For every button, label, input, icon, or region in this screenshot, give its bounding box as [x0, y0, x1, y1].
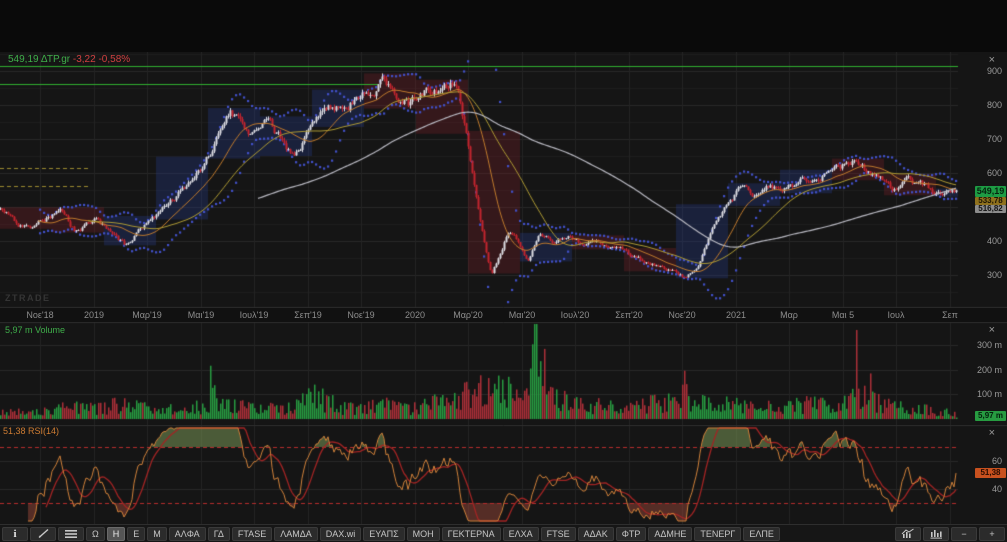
bottom-toolbar: i ΩΗΕΜΑΛΦΑΓΔFTASEΛΑΜΔΑDAX.wiΕΥΑΠΣΜΟΗΓΕΚΤ… — [0, 524, 1007, 542]
date-axis-label: 2019 — [84, 310, 104, 320]
date-axis-label: Μαρ — [780, 310, 798, 320]
watchlist-button[interactable] — [58, 527, 84, 541]
date-axis-label: Ιουλ — [888, 310, 905, 320]
toolbar-item-Μ[interactable]: Μ — [147, 527, 167, 541]
toolbar-item-ΓΕΚΤΕΡΝΑ[interactable]: ΓΕΚΤΕΡΝΑ — [442, 527, 501, 541]
toolbar-item-Η[interactable]: Η — [107, 527, 126, 541]
info-icon: i — [13, 528, 16, 540]
toolbar-item-ΕΛΧΑ[interactable]: ΕΛΧΑ — [503, 527, 539, 541]
price-axis-label: 400 — [987, 236, 1002, 246]
volume-pane: 5,97 m Volume × 300 m 200 m 100 m 5,97 m — [0, 322, 1007, 425]
volume-axis-label: 200 m — [977, 365, 1002, 375]
ticker-info: 549,19 ΔΤΡ.gr -3,22 -0,58% — [8, 54, 130, 65]
rsi-indicator-name: RSI(14) — [28, 426, 59, 436]
chart-zoom-icon — [901, 528, 915, 539]
date-axis-label: Νοε'20 — [668, 310, 695, 320]
date-axis-label: Μαρ'19 — [132, 310, 162, 320]
toolbar-item-ΑΛΦΑ[interactable]: ΑΛΦΑ — [169, 527, 206, 541]
zoom-out-button[interactable]: − — [951, 527, 977, 541]
volume-pane-close-icon[interactable]: × — [989, 325, 995, 336]
toolbar-item-ΤΕΝΕΡΓ[interactable]: ΤΕΝΕΡΓ — [694, 527, 741, 541]
date-axis-label: 2021 — [726, 310, 746, 320]
volume-value-badge: 5,97 m — [975, 411, 1006, 421]
price-chart-canvas[interactable] — [0, 52, 1007, 308]
volume-axis-label: 300 m — [977, 340, 1002, 350]
rsi-pane: 51,38 RSI(14) × 60 40 51,38 — [0, 425, 1007, 524]
rsi-axis-label: 40 — [992, 484, 1002, 494]
toolbar-item-Ε[interactable]: Ε — [127, 527, 145, 541]
toolbar-item-ΛΑΜΔΑ[interactable]: ΛΑΜΔΑ — [274, 527, 318, 541]
ticker-change-pct: -0,58% — [98, 54, 130, 65]
date-axis-label: Σεπ — [942, 310, 958, 320]
volume-indicator-label: 5,97 m Volume — [5, 325, 65, 335]
price-axis-label: 800 — [987, 100, 1002, 110]
toolbar-item-FTASE[interactable]: FTASE — [232, 527, 272, 541]
pencil-icon — [36, 528, 50, 539]
toolbar-item-ΓΔ[interactable]: ΓΔ — [208, 527, 230, 541]
toolbar-item-DAX.wi[interactable]: DAX.wi — [320, 527, 362, 541]
ticker-symbol: ΔΤΡ.gr — [41, 54, 70, 65]
volume-toggle-button[interactable] — [923, 527, 949, 541]
toolbar-item-ΑΔΑΚ[interactable]: ΑΔΑΚ — [578, 527, 614, 541]
volume-last-value: 5,97 m — [5, 325, 33, 335]
price-axis-label: 300 — [987, 270, 1002, 280]
rsi-last-value: 51,38 — [3, 426, 26, 436]
chart-overview-button[interactable] — [895, 527, 921, 541]
rsi-axis-label: 60 — [992, 456, 1002, 466]
symbol-tabs: ΩΗΕΜΑΛΦΑΓΔFTASEΛΑΜΔΑDAX.wiΕΥΑΠΣΜΟΗΓΕΚΤΕΡ… — [86, 527, 780, 541]
date-axis-label: Σεπ'19 — [294, 310, 322, 320]
price-chart-pane: 549,19 ΔΤΡ.gr -3,22 -0,58% × ZTRADE 900 8… — [0, 52, 1007, 308]
date-axis-label: Μαι'19 — [188, 310, 214, 320]
date-axis-label: Ιουλ'20 — [561, 310, 590, 320]
date-axis-label: Σεπ'20 — [615, 310, 643, 320]
info-button[interactable]: i — [2, 527, 28, 541]
price-pane-close-icon[interactable]: × — [989, 55, 995, 66]
date-axis-label: Μαρ'20 — [453, 310, 483, 320]
date-axis-label: Μαι'20 — [509, 310, 535, 320]
ticker-change: -3,22 — [73, 54, 96, 65]
date-axis-label: 2020 — [405, 310, 425, 320]
trading-app-window: 549,19 ΔΤΡ.gr -3,22 -0,58% × ZTRADE 900 8… — [0, 0, 1007, 542]
price-axis-label: 900 — [987, 66, 1002, 76]
toolbar-item-FTSE[interactable]: FTSE — [541, 527, 576, 541]
toolbar-item-ΦΤΡ[interactable]: ΦΤΡ — [616, 527, 647, 541]
rsi-value-badge: 51,38 — [975, 468, 1006, 478]
date-axis-label: Νοε'19 — [347, 310, 374, 320]
top-strip — [0, 0, 1007, 52]
price-level-badge: 516,82 — [975, 205, 1006, 213]
toolbar-item-ΑΔΜΗΕ[interactable]: ΑΔΜΗΕ — [648, 527, 692, 541]
toolbar-item-ΕΥΑΠΣ[interactable]: ΕΥΑΠΣ — [363, 527, 404, 541]
zoom-in-button[interactable]: + — [979, 527, 1005, 541]
price-axis-label: 700 — [987, 134, 1002, 144]
volume-canvas[interactable] — [0, 322, 1007, 425]
rsi-pane-close-icon[interactable]: × — [989, 428, 995, 439]
platform-watermark: ZTRADE — [5, 293, 51, 303]
volume-bars-icon — [929, 528, 943, 539]
volume-axis-label: 100 m — [977, 389, 1002, 399]
toolbar-item-Ω[interactable]: Ω — [86, 527, 105, 541]
toolbar-item-ΜΟΗ[interactable]: ΜΟΗ — [407, 527, 440, 541]
date-axis-label: Μαι 5 — [832, 310, 854, 320]
date-axis-label: Νοε'18 — [26, 310, 53, 320]
list-icon — [64, 529, 78, 539]
volume-indicator-name: Volume — [35, 325, 65, 335]
rsi-canvas[interactable] — [0, 425, 1007, 524]
draw-tool-button[interactable] — [30, 527, 56, 541]
toolbar-item-ΕΛΠΕ[interactable]: ΕΛΠΕ — [743, 527, 780, 541]
ticker-last-price: 549,19 — [8, 54, 39, 65]
rsi-indicator-label: 51,38 RSI(14) — [3, 426, 59, 436]
price-axis-label: 600 — [987, 168, 1002, 178]
date-axis: Νοε'18 2019 Μαρ'19 Μαι'19 Ιουλ'19 Σεπ'19 Νοε'1… — [0, 308, 1007, 322]
date-axis-label: Ιουλ'19 — [240, 310, 269, 320]
